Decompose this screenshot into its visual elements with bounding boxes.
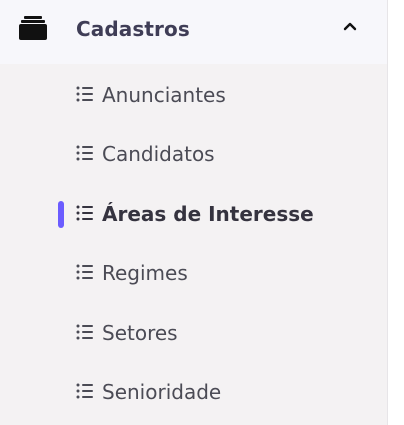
list-icon bbox=[76, 205, 93, 221]
sidebar-item-setores[interactable]: Setores bbox=[0, 304, 387, 364]
list-icon bbox=[76, 145, 93, 161]
active-item-indicator bbox=[58, 201, 64, 228]
app-page: Cadastros Anunciantes Candidatos Áreas d… bbox=[0, 0, 404, 425]
sidebar-item-label: Senioridade bbox=[102, 380, 222, 404]
list-icon bbox=[76, 324, 93, 340]
sidebar-item-label: Anunciantes bbox=[102, 83, 226, 107]
chevron-up-icon[interactable] bbox=[339, 16, 361, 38]
sidebar-item-label: Áreas de Interesse bbox=[102, 202, 314, 226]
sidebar: Cadastros Anunciantes Candidatos Áreas d… bbox=[0, 0, 387, 425]
sidebar-item-regimes[interactable]: Regimes bbox=[0, 244, 387, 304]
cadastros-menu-list: Anunciantes Candidatos Áreas de Interess… bbox=[0, 64, 387, 425]
briefcase-icon bbox=[19, 16, 47, 40]
sidebar-item-senioridade[interactable]: Senioridade bbox=[0, 363, 387, 423]
sidebar-item-label: Regimes bbox=[102, 261, 188, 285]
sidebar-item-label: Candidatos bbox=[102, 142, 215, 166]
content-edge bbox=[388, 0, 404, 425]
sidebar-item-candidatos[interactable]: Candidatos bbox=[0, 125, 387, 185]
section-header-cadastros[interactable]: Cadastros bbox=[0, 0, 387, 64]
list-icon bbox=[76, 264, 93, 280]
list-icon bbox=[76, 86, 93, 102]
sidebar-item-label: Setores bbox=[102, 321, 178, 345]
sidebar-item-anunciantes[interactable]: Anunciantes bbox=[0, 66, 387, 126]
sidebar-item-areas-de-interesse[interactable]: Áreas de Interesse bbox=[0, 185, 387, 245]
list-icon bbox=[76, 383, 93, 399]
section-title: Cadastros bbox=[76, 17, 190, 41]
